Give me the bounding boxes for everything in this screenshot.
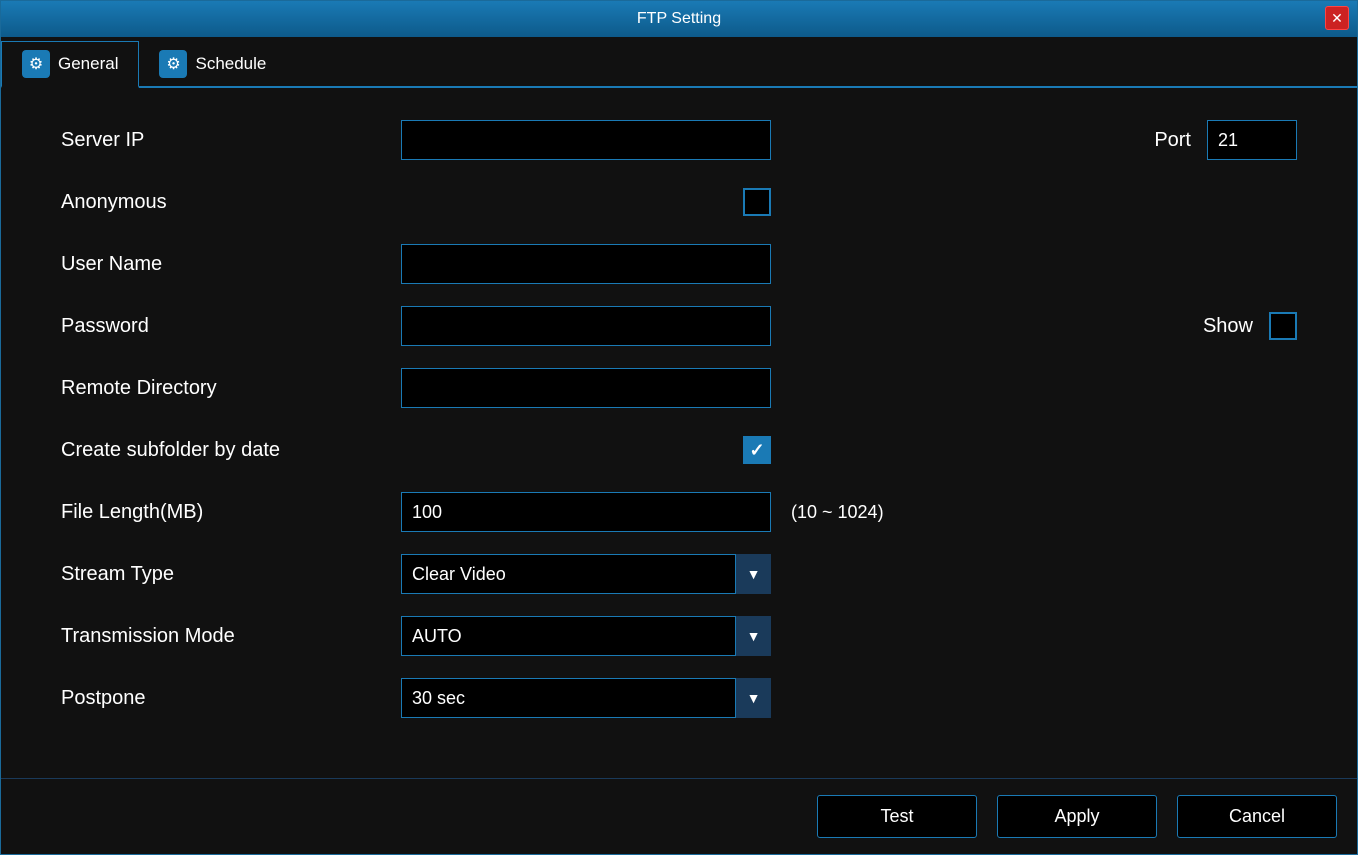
schedule-tab-label: Schedule bbox=[195, 54, 266, 74]
password-row: Password Show bbox=[61, 304, 1297, 348]
close-button[interactable]: ✕ bbox=[1325, 6, 1349, 30]
anonymous-label: Anonymous bbox=[61, 191, 401, 214]
password-label: Password bbox=[61, 315, 401, 338]
cancel-button[interactable]: Cancel bbox=[1177, 795, 1337, 838]
postpone-wrapper: 30 sec 60 sec 120 sec ▼ bbox=[401, 678, 771, 718]
postpone-row: Postpone 30 sec 60 sec 120 sec ▼ bbox=[61, 676, 1297, 720]
port-group: Port bbox=[1154, 120, 1297, 160]
apply-button[interactable]: Apply bbox=[997, 795, 1157, 838]
stream-type-row: Stream Type Clear Video Sub Stream ▼ bbox=[61, 552, 1297, 596]
remote-directory-input[interactable] bbox=[401, 368, 771, 408]
ftp-setting-dialog: FTP Setting ✕ ⚙ General ⚙ Schedule Serve… bbox=[0, 0, 1358, 855]
general-tab-icon: ⚙ bbox=[22, 50, 50, 78]
create-subfolder-checkbox[interactable] bbox=[743, 436, 771, 464]
server-ip-row: Server IP Port bbox=[61, 118, 1297, 162]
postpone-select[interactable]: 30 sec 60 sec 120 sec bbox=[401, 678, 771, 718]
server-ip-input[interactable] bbox=[401, 120, 771, 160]
tab-general[interactable]: ⚙ General bbox=[1, 41, 139, 88]
file-length-range: (10 ~ 1024) bbox=[791, 502, 884, 523]
remote-directory-label: Remote Directory bbox=[61, 377, 401, 400]
remote-directory-row: Remote Directory bbox=[61, 366, 1297, 410]
tabs-container: ⚙ General ⚙ Schedule bbox=[1, 37, 1357, 88]
transmission-mode-select[interactable]: AUTO PASV PORT bbox=[401, 616, 771, 656]
stream-type-select[interactable]: Clear Video Sub Stream bbox=[401, 554, 771, 594]
anonymous-checkbox[interactable] bbox=[743, 188, 771, 216]
schedule-tab-icon: ⚙ bbox=[159, 50, 187, 78]
create-subfolder-label: Create subfolder by date bbox=[61, 439, 401, 462]
port-label: Port bbox=[1154, 129, 1191, 152]
transmission-mode-wrapper: AUTO PASV PORT ▼ bbox=[401, 616, 771, 656]
title-bar: FTP Setting ✕ bbox=[1, 1, 1357, 37]
stream-type-wrapper: Clear Video Sub Stream ▼ bbox=[401, 554, 771, 594]
username-label: User Name bbox=[61, 253, 401, 276]
show-password-checkbox[interactable] bbox=[1269, 312, 1297, 340]
transmission-mode-row: Transmission Mode AUTO PASV PORT ▼ bbox=[61, 614, 1297, 658]
file-length-row: File Length(MB) (10 ~ 1024) bbox=[61, 490, 1297, 534]
create-subfolder-row: Create subfolder by date bbox=[61, 428, 1297, 472]
file-length-input[interactable] bbox=[401, 492, 771, 532]
username-row: User Name bbox=[61, 242, 1297, 286]
dialog-title: FTP Setting bbox=[637, 10, 721, 28]
tab-schedule[interactable]: ⚙ Schedule bbox=[139, 41, 286, 86]
username-input[interactable] bbox=[401, 244, 771, 284]
port-input[interactable] bbox=[1207, 120, 1297, 160]
password-input[interactable] bbox=[401, 306, 771, 346]
postpone-label: Postpone bbox=[61, 687, 401, 710]
transmission-mode-label: Transmission Mode bbox=[61, 625, 401, 648]
stream-type-label: Stream Type bbox=[61, 563, 401, 586]
server-ip-label: Server IP bbox=[61, 129, 401, 152]
file-length-label: File Length(MB) bbox=[61, 501, 401, 524]
test-button[interactable]: Test bbox=[817, 795, 977, 838]
form-content: Server IP Port Anonymous User Name Passw… bbox=[1, 88, 1357, 778]
show-label: Show bbox=[1203, 315, 1253, 338]
show-group: Show bbox=[1203, 312, 1297, 340]
general-tab-label: General bbox=[58, 54, 118, 74]
footer: Test Apply Cancel bbox=[1, 778, 1357, 854]
anonymous-row: Anonymous bbox=[61, 180, 1297, 224]
